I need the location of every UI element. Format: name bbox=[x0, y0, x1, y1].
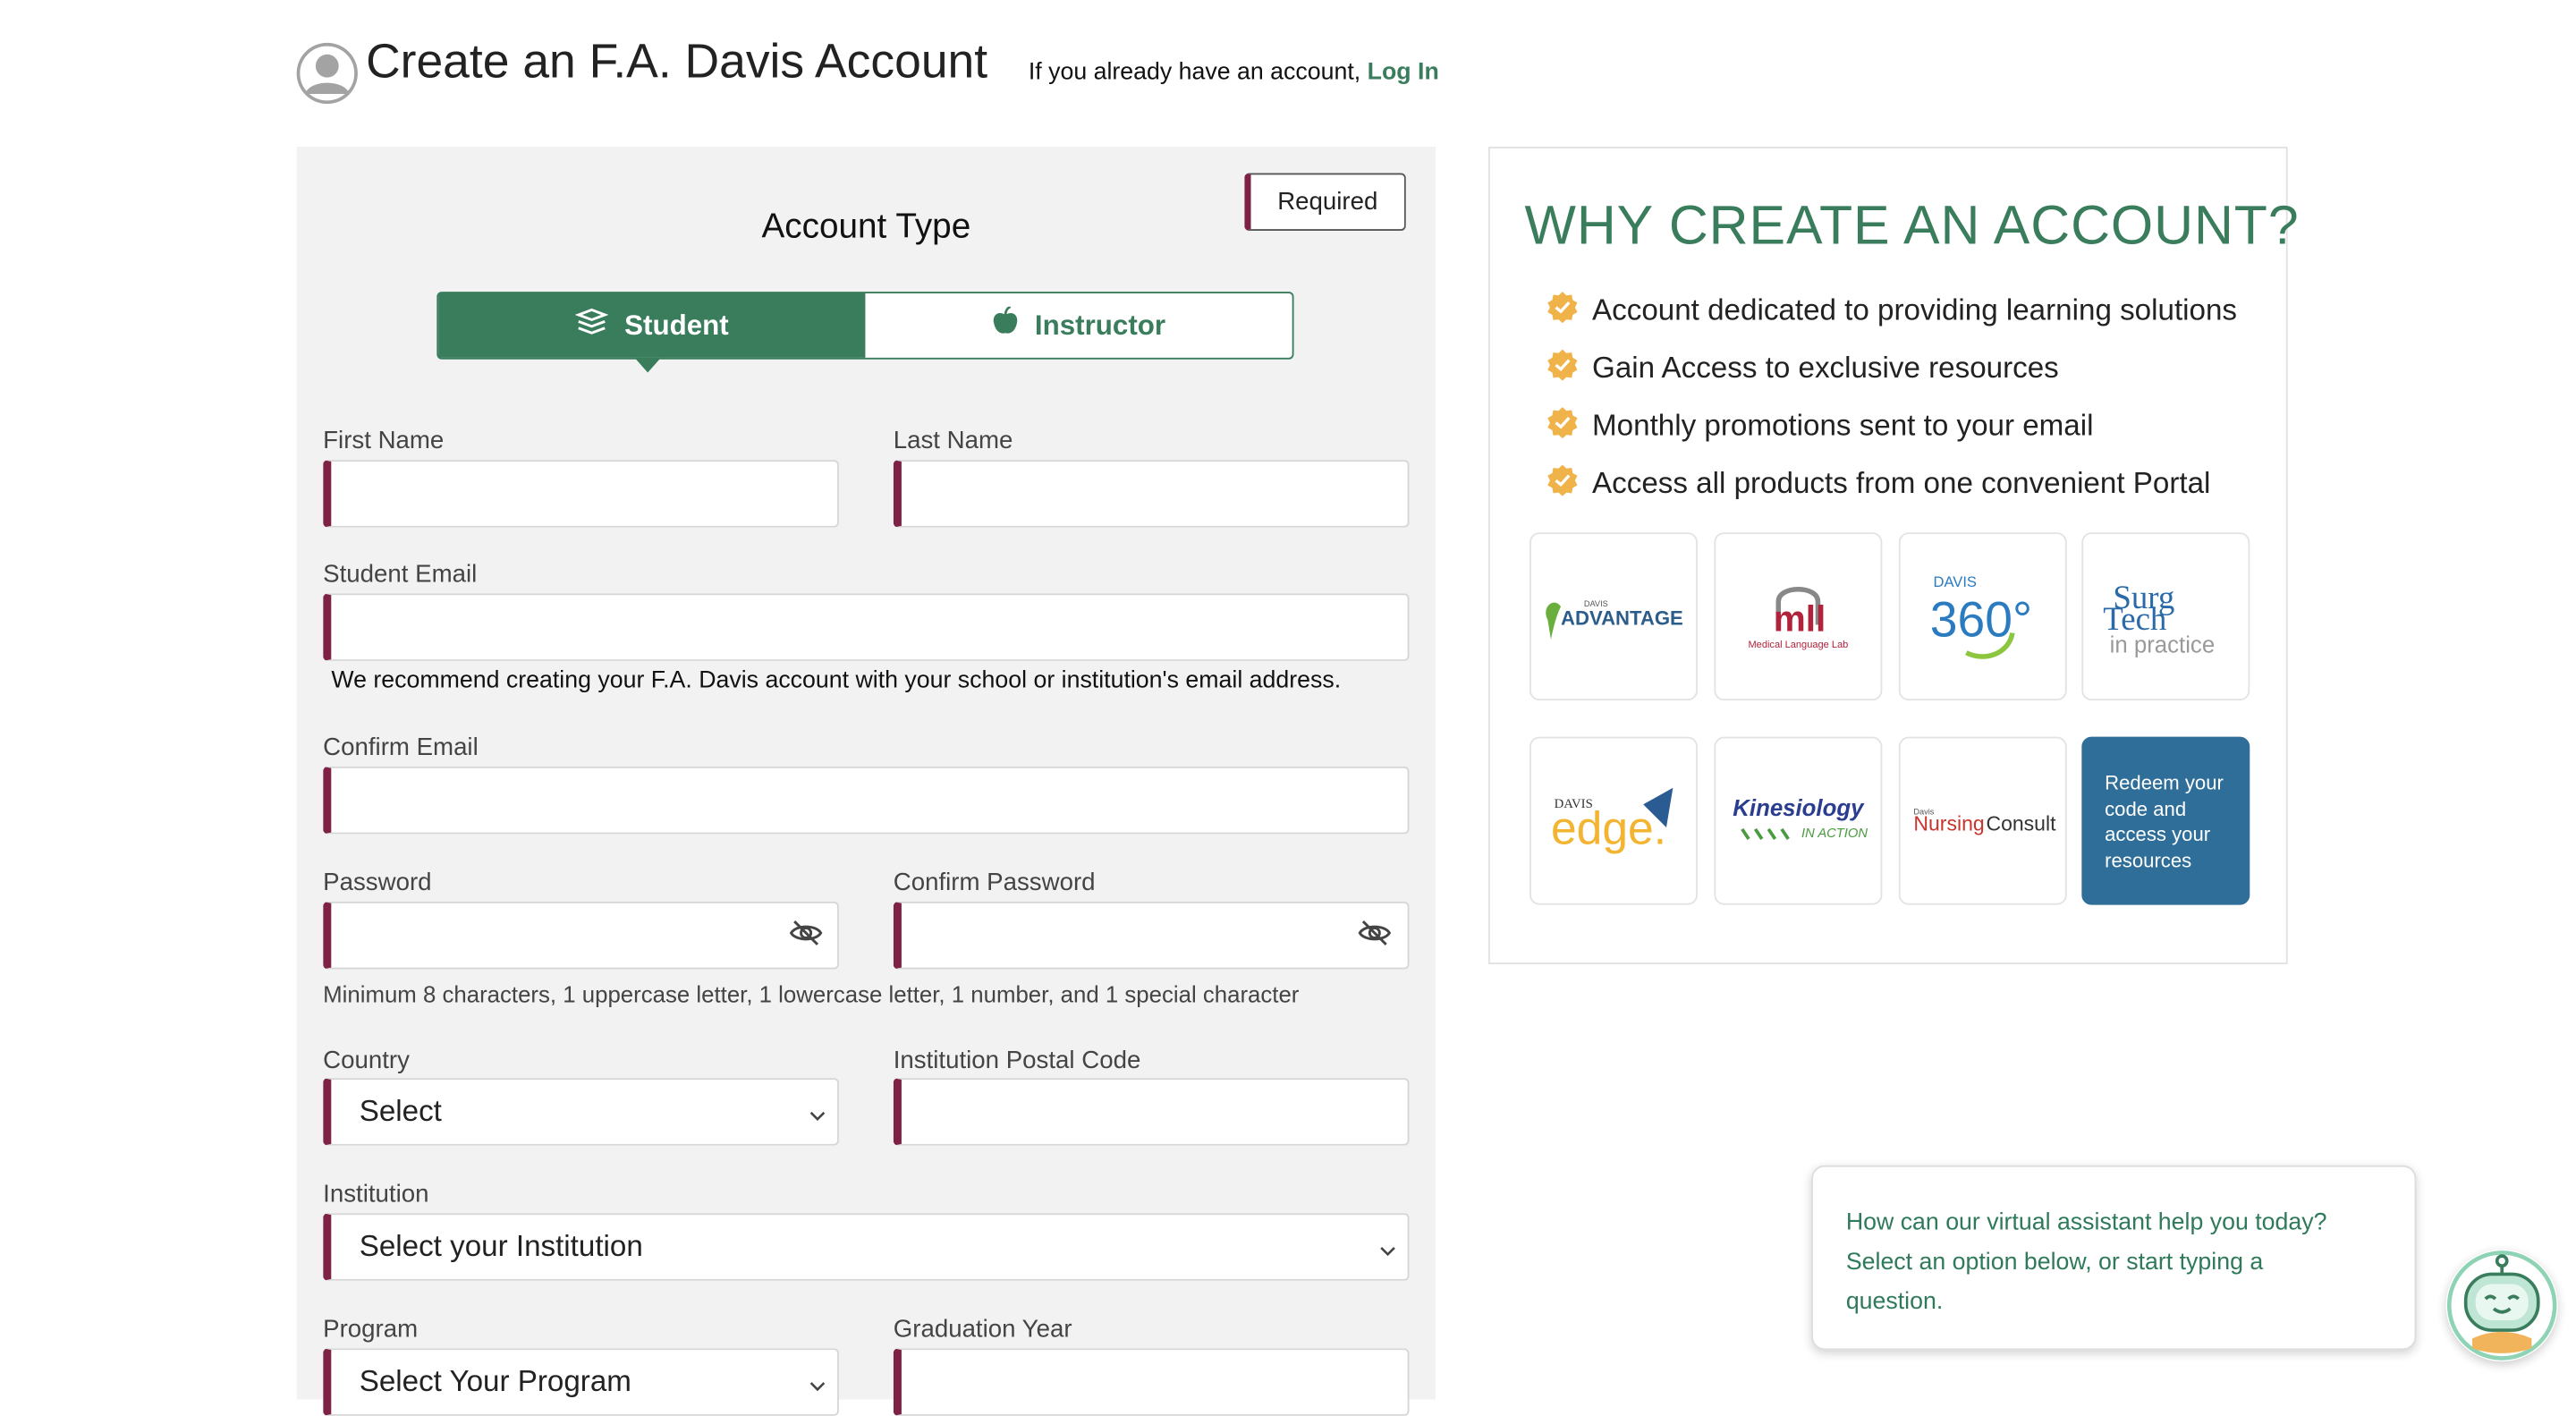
program-select[interactable]: Select Your Program bbox=[323, 1348, 839, 1416]
institution-select-value: Select your Institution bbox=[359, 1229, 643, 1263]
instructor-toggle-button[interactable]: Instructor bbox=[865, 293, 1292, 358]
login-prompt-text: If you already have an account, bbox=[1028, 59, 1361, 86]
password-input[interactable] bbox=[323, 901, 839, 970]
davis-advantage-tile[interactable]: DAVIS ADVANTAGE bbox=[1530, 532, 1698, 701]
country-select-value: Select bbox=[359, 1094, 442, 1128]
badge-check-icon bbox=[1546, 348, 1579, 389]
davis-edge-tile[interactable]: DAVIS edge. bbox=[1530, 736, 1698, 905]
surg-tech-tile[interactable]: Surg Tech in practice bbox=[2081, 532, 2250, 701]
last-name-label: Last Name bbox=[893, 427, 1013, 455]
benefit-text: Monthly promotions sent to your email bbox=[1592, 408, 2094, 442]
svg-text:Tech: Tech bbox=[2103, 600, 2166, 637]
chevron-down-icon bbox=[808, 1369, 827, 1404]
benefit-item: Monthly promotions sent to your email bbox=[1546, 405, 2093, 446]
benefit-item: Access all products from one convenient … bbox=[1546, 463, 2210, 505]
first-name-input[interactable] bbox=[323, 460, 839, 528]
instructor-toggle-label: Instructor bbox=[1034, 309, 1166, 341]
login-link[interactable]: Log In bbox=[1368, 59, 1439, 85]
davis-edge-logo: DAVIS edge. bbox=[1551, 787, 1674, 853]
benefit-text: Gain Access to exclusive resources bbox=[1592, 351, 2059, 385]
graduation-year-label: Graduation Year bbox=[893, 1315, 1072, 1344]
benefit-text: Access all products from one convenient … bbox=[1592, 466, 2211, 500]
confirm-password-input[interactable] bbox=[893, 901, 1410, 970]
medical-language-lab-tile[interactable]: mll Medical Language Lab bbox=[1714, 532, 1883, 701]
chevron-down-icon bbox=[1377, 1234, 1397, 1269]
student-toggle-label: Student bbox=[624, 309, 729, 341]
badge-check-icon bbox=[1546, 290, 1579, 331]
apple-icon bbox=[992, 305, 1018, 344]
registration-form: Required Account Type Student Instructor… bbox=[296, 147, 1436, 1416]
books-icon bbox=[574, 308, 609, 343]
student-email-input[interactable] bbox=[323, 593, 1410, 661]
password-requirements-hint: Minimum 8 characters, 1 uppercase letter… bbox=[323, 980, 1300, 1007]
country-label: Country bbox=[323, 1047, 410, 1075]
benefit-item: Account dedicated to providing learning … bbox=[1546, 290, 2237, 331]
institution-select[interactable]: Select your Institution bbox=[323, 1213, 1410, 1281]
student-toggle-button[interactable]: Student bbox=[438, 293, 866, 373]
nursing-consult-tile[interactable]: Davis Nursing Consult bbox=[1898, 736, 2067, 905]
institution-label: Institution bbox=[323, 1180, 429, 1208]
svg-text:Kinesiology: Kinesiology bbox=[1733, 796, 1865, 821]
medical-language-lab-logo: mll Medical Language Lab bbox=[1748, 587, 1848, 650]
postal-code-label: Institution Postal Code bbox=[893, 1047, 1141, 1075]
davis-advantage-logo: DAVIS ADVANTAGE bbox=[1546, 599, 1683, 640]
account-type-toggle: Student Instructor bbox=[436, 292, 1294, 373]
svg-text:in practice: in practice bbox=[2110, 633, 2216, 658]
svg-text:DAVIS: DAVIS bbox=[1933, 573, 1977, 590]
nursing-consult-logo: Davis Nursing Consult bbox=[1913, 807, 2056, 835]
program-label: Program bbox=[323, 1315, 419, 1344]
account-type-heading: Account Type bbox=[761, 208, 971, 246]
virtual-assistant-text: How can our virtual assistant help you t… bbox=[1845, 1209, 2327, 1316]
virtual-assistant-message: How can our virtual assistant help you t… bbox=[1811, 1165, 2417, 1351]
user-avatar-icon bbox=[296, 42, 358, 105]
davis-360-logo: DAVIS 360° bbox=[1930, 573, 2032, 659]
svg-text:Medical Language Lab: Medical Language Lab bbox=[1748, 640, 1848, 650]
kinesiology-logo: Kinesiology IN ACTION bbox=[1733, 796, 1868, 841]
svg-text:IN ACTION: IN ACTION bbox=[1801, 827, 1868, 841]
toggle-confirm-password-visibility-icon[interactable] bbox=[1358, 918, 1392, 955]
kinesiology-tile[interactable]: Kinesiology IN ACTION bbox=[1714, 736, 1883, 905]
last-name-input[interactable] bbox=[893, 460, 1410, 528]
postal-code-input[interactable] bbox=[893, 1078, 1410, 1146]
surg-tech-logo: Surg Tech in practice bbox=[2103, 579, 2216, 658]
badge-check-icon bbox=[1546, 405, 1579, 446]
country-select[interactable]: Select bbox=[323, 1078, 839, 1146]
confirm-email-label: Confirm Email bbox=[323, 733, 479, 762]
virtual-assistant-robot-icon[interactable] bbox=[2445, 1249, 2558, 1362]
redeem-code-tile[interactable]: Redeem your code and access your resourc… bbox=[2081, 736, 2250, 905]
toggle-password-visibility-icon[interactable] bbox=[789, 918, 823, 955]
why-title: WHY CREATE AN ACCOUNT? bbox=[1524, 194, 2300, 256]
benefit-text: Account dedicated to providing learning … bbox=[1592, 293, 2238, 326]
confirm-password-label: Confirm Password bbox=[893, 869, 1096, 897]
login-prompt: If you already have an account, Log In bbox=[1029, 59, 1439, 85]
page-title: Create an F.A. Davis Account bbox=[366, 36, 988, 89]
svg-text:mll: mll bbox=[1774, 598, 1826, 640]
redeem-code-text: Redeem your code and access your resourc… bbox=[2105, 771, 2224, 871]
svg-text:ADVANTAGE: ADVANTAGE bbox=[1561, 606, 1683, 629]
password-label: Password bbox=[323, 869, 432, 897]
confirm-email-input[interactable] bbox=[323, 766, 1410, 835]
svg-text:Consult: Consult bbox=[1986, 812, 2056, 835]
graduation-year-input[interactable] bbox=[893, 1348, 1410, 1416]
svg-text:360°: 360° bbox=[1930, 591, 2032, 647]
svg-text:Nursing: Nursing bbox=[1913, 812, 1984, 835]
student-email-hint: We recommend creating your F.A. Davis ac… bbox=[331, 667, 1342, 694]
student-email-label: Student Email bbox=[323, 560, 478, 589]
program-select-value: Select Your Program bbox=[359, 1364, 631, 1398]
benefit-item: Gain Access to exclusive resources bbox=[1546, 348, 2059, 389]
why-create-account-panel: WHY CREATE AN ACCOUNT? Account dedicated… bbox=[1487, 147, 2299, 964]
chevron-down-icon bbox=[808, 1099, 827, 1134]
davis-360-tile[interactable]: DAVIS 360° bbox=[1898, 532, 2067, 701]
badge-check-icon bbox=[1546, 463, 1579, 505]
page: Create an F.A. Davis Account If you alre… bbox=[0, 0, 2576, 1416]
first-name-label: First Name bbox=[323, 427, 445, 455]
